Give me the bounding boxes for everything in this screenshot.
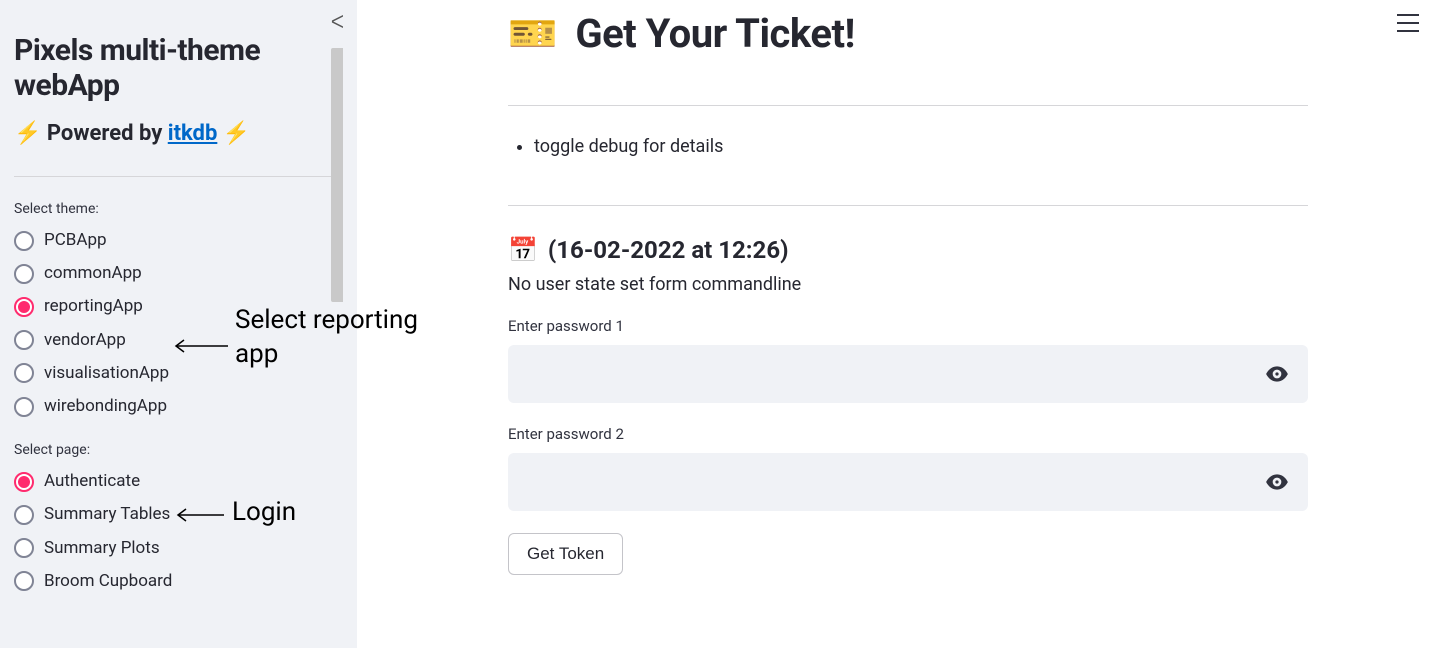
radio-icon (14, 571, 34, 591)
page-label: Select page: (14, 442, 343, 458)
page-title: 🎫 Get Your Ticket! (508, 10, 1308, 57)
page-option-label: Authenticate (44, 468, 140, 495)
theme-option-label: wirebondingApp (44, 393, 167, 420)
info-bullet: toggle debug for details (534, 136, 1308, 157)
radio-icon (14, 472, 34, 492)
main-area: 🎫 Get Your Ticket! toggle debug for deta… (380, 0, 1433, 648)
password1-input[interactable] (508, 345, 1308, 403)
radio-icon (14, 397, 34, 417)
page-option-label: Summary Tables (44, 501, 170, 528)
app-title: Pixels multi-theme webApp (14, 34, 343, 103)
timestamp-text: (16-02-2022 at 12:26) (548, 236, 789, 264)
info-bullet-list: toggle debug for details (534, 136, 1308, 157)
theme-option-visualisationapp[interactable]: visualisationApp (14, 360, 343, 387)
page-radio-group: Authenticate Summary Tables Summary Plot… (14, 468, 343, 595)
powered-by-line: ⚡ Powered by itkdb ⚡ (14, 121, 343, 146)
theme-option-label: vendorApp (44, 327, 126, 354)
theme-label: Select theme: (14, 201, 343, 217)
ticket-icon: 🎫 (508, 10, 557, 57)
main-divider-1 (508, 105, 1308, 106)
hamburger-menu-icon[interactable] (1397, 14, 1419, 32)
page-option-summary-tables[interactable]: Summary Tables (14, 501, 343, 528)
page-option-label: Summary Plots (44, 535, 160, 562)
status-text: No user state set form commandline (508, 274, 1308, 295)
radio-icon (14, 297, 34, 317)
radio-icon (14, 231, 34, 251)
theme-option-reportingapp[interactable]: reportingApp (14, 293, 343, 320)
page-option-summary-plots[interactable]: Summary Plots (14, 535, 343, 562)
sidebar: ᐸ Pixels multi-theme webApp ⚡ Powered by… (0, 0, 357, 648)
password2-input-wrap (508, 453, 1308, 511)
page-title-text: Get Your Ticket! (575, 10, 855, 57)
theme-option-pcbapp[interactable]: PCBApp (14, 227, 343, 254)
radio-icon (14, 363, 34, 383)
theme-option-label: visualisationApp (44, 360, 169, 387)
main-divider-2 (508, 205, 1308, 206)
powered-by-suffix: ⚡ (217, 121, 250, 146)
calendar-icon: 📅 (508, 236, 538, 264)
page-option-label: Broom Cupboard (44, 568, 172, 595)
page-option-authenticate[interactable]: Authenticate (14, 468, 343, 495)
password2-visibility-icon[interactable] (1264, 469, 1290, 495)
theme-option-label: PCBApp (44, 227, 107, 254)
sidebar-collapse-icon[interactable]: ᐸ (331, 14, 343, 33)
theme-option-commonapp[interactable]: commonApp (14, 260, 343, 287)
page-option-broom-cupboard[interactable]: Broom Cupboard (14, 568, 343, 595)
password1-visibility-icon[interactable] (1264, 361, 1290, 387)
password2-input[interactable] (508, 453, 1308, 511)
radio-icon (14, 538, 34, 558)
sidebar-divider (14, 176, 343, 177)
get-token-button[interactable]: Get Token (508, 533, 623, 575)
radio-icon (14, 505, 34, 525)
theme-option-wirebondingapp[interactable]: wirebondingApp (14, 393, 343, 420)
password1-input-wrap (508, 345, 1308, 403)
password2-label: Enter password 2 (508, 425, 1308, 443)
powered-by-prefix: ⚡ Powered by (14, 121, 168, 146)
theme-option-label: commonApp (44, 260, 142, 287)
theme-radio-group: PCBApp commonApp reportingApp vendorApp … (14, 227, 343, 420)
theme-option-vendorapp[interactable]: vendorApp (14, 327, 343, 354)
theme-option-label: reportingApp (44, 293, 143, 320)
radio-icon (14, 264, 34, 284)
radio-icon (14, 330, 34, 350)
timestamp-heading: 📅 (16-02-2022 at 12:26) (508, 236, 1308, 264)
itkdb-link[interactable]: itkdb (168, 121, 218, 146)
password1-label: Enter password 1 (508, 317, 1308, 335)
sidebar-scrollbar[interactable] (331, 48, 343, 302)
